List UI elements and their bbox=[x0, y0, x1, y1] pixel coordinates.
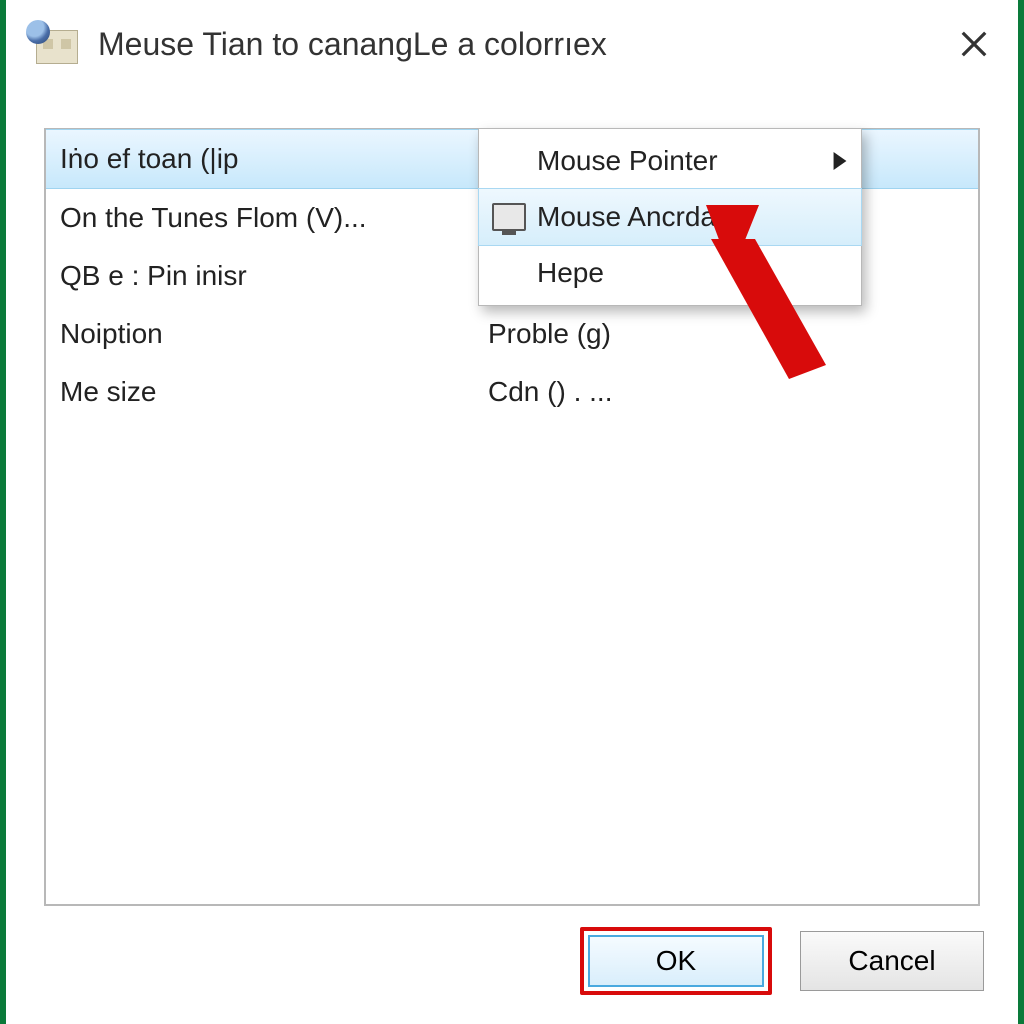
list-item[interactable]: Noiption bbox=[46, 305, 474, 363]
ok-button[interactable]: OK bbox=[588, 935, 764, 987]
list-item-label: QB e : Pin inisr bbox=[60, 260, 247, 291]
menu-item-label: Hepe bbox=[537, 257, 604, 289]
list-item-label: Me size bbox=[60, 376, 156, 407]
context-menu: Mouse Pointer Mouse Ancrdary Hepe bbox=[478, 128, 862, 306]
menu-item-label: Mouse Pointer bbox=[537, 145, 718, 177]
submenu-arrow-icon bbox=[833, 145, 847, 177]
title-bar: Meuse Tian to canangLe a colorrıex bbox=[6, 0, 1018, 88]
menu-item-mouse-pointer[interactable]: Mouse Pointer bbox=[479, 133, 861, 189]
list-value-label: Proble (g) bbox=[488, 318, 611, 349]
list-item[interactable]: QB e : Pin inisr bbox=[46, 247, 474, 305]
dialog-button-row: OK Cancel bbox=[6, 918, 1018, 1004]
button-label: OK bbox=[656, 945, 696, 976]
list-value: Cdn () . ... bbox=[474, 363, 978, 421]
menu-item-mouse-ancrdary[interactable]: Mouse Ancrdary bbox=[479, 189, 861, 245]
list-item-label: Noiption bbox=[60, 318, 163, 349]
list-value: Proble (g) bbox=[474, 305, 978, 363]
ok-button-highlight: OK bbox=[580, 927, 772, 995]
app-icon bbox=[26, 24, 78, 64]
menu-item-hepe[interactable]: Hepe bbox=[479, 245, 861, 301]
window-title: Meuse Tian to canangLe a colorrıex bbox=[98, 26, 950, 63]
close-icon bbox=[959, 29, 989, 59]
cancel-button[interactable]: Cancel bbox=[800, 931, 984, 991]
spacer-icon bbox=[489, 141, 529, 181]
list-item-label: Iṅo ef toan (|ip bbox=[60, 143, 239, 174]
list-item[interactable]: Me size bbox=[46, 363, 474, 421]
content-panel: Iṅo ef toan (|ip On the Tunes Flom (V)..… bbox=[44, 128, 980, 906]
menu-item-label: Mouse Ancrdary bbox=[537, 201, 739, 233]
list-value-label: Cdn () . ... bbox=[488, 376, 612, 407]
spacer-icon bbox=[489, 253, 529, 293]
list-item-label: On the Tunes Flom (V)... bbox=[60, 202, 367, 233]
list-item[interactable]: On the Tunes Flom (V)... bbox=[46, 189, 474, 247]
button-label: Cancel bbox=[848, 945, 935, 976]
monitor-icon bbox=[489, 197, 529, 237]
close-button[interactable] bbox=[950, 20, 998, 68]
dialog-window: Meuse Tian to canangLe a colorrıex Iṅo e… bbox=[6, 0, 1018, 1024]
